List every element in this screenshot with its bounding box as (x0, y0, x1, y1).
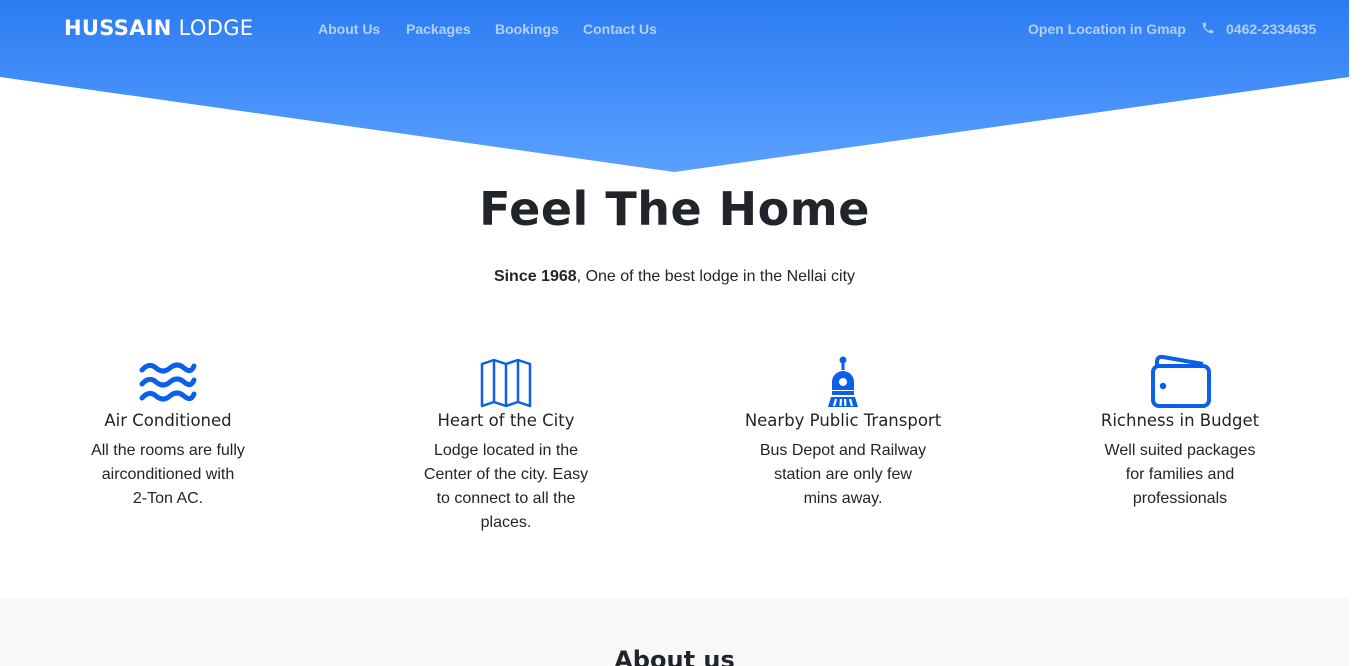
feature-heart-of-city: Heart of the City Lodge located in the C… (396, 350, 616, 535)
feature-richness-in-budget: Richness in Budget Well suited packages … (1070, 350, 1290, 511)
feature-description: Well suited packages for families and pr… (1104, 442, 1256, 507)
train-icon (828, 356, 858, 407)
map-icon (480, 358, 532, 408)
feature-title: Heart of the City (437, 411, 575, 430)
page-title: Feel The Home (479, 182, 870, 236)
nav-bookings[interactable]: Bookings (495, 21, 559, 37)
feature-description: All the rooms are fully airconditioned w… (91, 442, 245, 507)
scrollbar-track[interactable] (1349, 0, 1366, 666)
brand-bold: HUSSAIN (64, 16, 172, 40)
waves-icon (139, 362, 197, 402)
feature-air-conditioned: Air Conditioned All the rooms are fully … (58, 350, 278, 511)
feature-public-transport: Nearby Public Transport Bus Depot and Ra… (733, 350, 953, 511)
navbar: HUSSAIN LODGE About Us Packages Bookings… (0, 0, 1349, 58)
feature-description: Lodge located in the Center of the city.… (423, 442, 589, 531)
feature-title: Nearby Public Transport (744, 411, 942, 430)
gmap-link[interactable]: Open Location in Gmap (1028, 21, 1186, 37)
brand-logo[interactable]: HUSSAIN LODGE (64, 16, 253, 40)
phone-icon (1202, 22, 1214, 34)
feature-title: Richness in Budget (1100, 411, 1260, 430)
phone-link[interactable]: 0462-2334635 (1226, 21, 1316, 37)
nav-about-us[interactable]: About Us (318, 21, 380, 37)
wallet-icon (1151, 354, 1211, 408)
nav-contact-us[interactable]: Contact Us (583, 21, 657, 37)
feature-description: Bus Depot and Railway station are only f… (759, 442, 927, 507)
page-subtitle: Since 1968, One of the best lodge in the… (0, 268, 1349, 286)
nav-packages[interactable]: Packages (406, 21, 471, 37)
subtitle-since: Since 1968 (493, 268, 577, 285)
about-title: About us (614, 646, 735, 666)
feature-title: Air Conditioned (104, 411, 232, 430)
subtitle-rest: , One of the best lodge in the Nellai ci… (576, 268, 856, 285)
brand-light: LODGE (178, 16, 254, 40)
